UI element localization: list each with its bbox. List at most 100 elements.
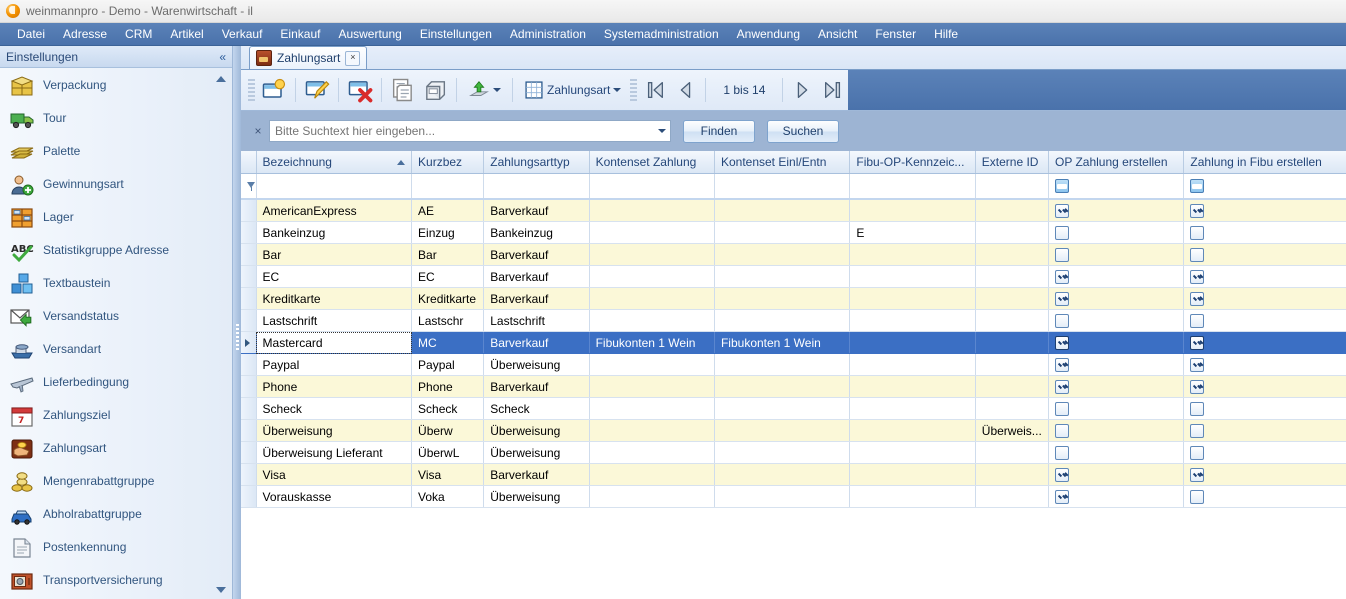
checkbox-unchecked-icon[interactable] <box>1190 313 1205 328</box>
column-header-zahlung-in-fibu-erstellen[interactable]: Zahlung in Fibu erstellen <box>1183 151 1346 174</box>
view-dropdown[interactable]: Zahlungsart <box>518 75 627 105</box>
checkbox-unchecked-icon[interactable] <box>1190 247 1205 262</box>
row-indicator[interactable] <box>241 463 257 486</box>
row-indicator[interactable] <box>241 287 257 310</box>
checkbox-unchecked-icon[interactable] <box>1190 225 1205 240</box>
cell-op-zahlung-erstellen[interactable] <box>1048 199 1185 222</box>
cell-bezeichnung[interactable]: Bar <box>256 243 413 266</box>
cell-fibu-op-kennzeichen[interactable] <box>849 485 976 508</box>
cell-kontenset-einl-entn[interactable] <box>714 397 851 420</box>
sidebar-item-verpackung[interactable]: Verpackung <box>0 68 232 101</box>
filter-cell-fibu-op-kennzeichen[interactable] <box>849 173 976 200</box>
cell-zahlungsarttyp[interactable]: Barverkauf <box>483 199 590 222</box>
cell-zahlungsarttyp[interactable]: Bankeinzug <box>483 221 590 244</box>
cell-fibu-op-kennzeichen[interactable] <box>849 287 976 310</box>
sidebar-item-abholrabattgruppe[interactable]: Abholrabattgruppe <box>0 497 232 530</box>
checkbox-checked-icon[interactable] <box>1190 269 1205 284</box>
checkbox-checked-icon[interactable] <box>1190 335 1205 350</box>
cell-op-zahlung-erstellen[interactable] <box>1048 485 1185 508</box>
cell-zahlung-in-fibu-erstellen[interactable] <box>1183 287 1346 310</box>
cell-op-zahlung-erstellen[interactable] <box>1048 265 1185 288</box>
cell-zahlung-in-fibu-erstellen[interactable] <box>1183 243 1346 266</box>
cell-fibu-op-kennzeichen[interactable] <box>849 199 976 222</box>
checkbox-unchecked-icon[interactable] <box>1055 313 1069 328</box>
cell-kurzbez[interactable]: Voka <box>411 485 485 508</box>
filter-cell-kurzbez[interactable] <box>411 173 485 200</box>
search-combobox[interactable] <box>269 120 671 142</box>
cell-kurzbez[interactable]: Paypal <box>411 353 485 376</box>
cell-zahlung-in-fibu-erstellen[interactable] <box>1183 419 1346 442</box>
cell-bezeichnung[interactable]: Visa <box>256 463 413 486</box>
cell-kurzbez[interactable]: Visa <box>411 463 485 486</box>
filter-cell-zahlungsarttyp[interactable] <box>483 173 590 200</box>
cell-kontenset-zahlung[interactable] <box>589 309 715 332</box>
cell-op-zahlung-erstellen[interactable] <box>1048 441 1185 464</box>
clear-search-icon[interactable]: × <box>251 124 265 138</box>
sidebar-splitter[interactable] <box>233 46 241 599</box>
checkbox-indeterminate-icon[interactable] <box>1055 179 1069 194</box>
cell-op-zahlung-erstellen[interactable] <box>1048 419 1185 442</box>
menu-item-einkauf[interactable]: Einkauf <box>271 23 329 45</box>
column-header-kontenset-einl-entn[interactable]: Kontenset Einl/Entn <box>714 151 851 174</box>
sidebar-item-tour[interactable]: Tour <box>0 101 232 134</box>
edit-record-button[interactable] <box>301 75 333 105</box>
sidebar-collapse-icon[interactable]: « <box>219 50 226 64</box>
cell-kontenset-einl-entn[interactable] <box>714 199 851 222</box>
cell-kontenset-zahlung[interactable] <box>589 353 715 376</box>
cell-fibu-op-kennzeichen[interactable] <box>849 243 976 266</box>
table-row[interactable]: Vorauskasse Voka Überweisung <box>241 485 1346 508</box>
checkbox-unchecked-icon[interactable] <box>1055 423 1069 438</box>
search-button[interactable]: Suchen <box>767 119 839 143</box>
filter-cell-externe-id[interactable] <box>975 173 1050 200</box>
sidebar-item-textbaustein[interactable]: Textbaustein <box>0 266 232 299</box>
menu-item-datei[interactable]: Datei <box>8 23 54 45</box>
cell-op-zahlung-erstellen[interactable] <box>1048 309 1185 332</box>
toolbar-grip[interactable] <box>248 79 255 101</box>
sidebar-item-gewinnungsart[interactable]: Gewinnungsart <box>0 167 232 200</box>
cell-externe-id[interactable] <box>975 441 1050 464</box>
cell-kurzbez[interactable]: AE <box>411 199 485 222</box>
cell-zahlungsarttyp[interactable]: Überweisung <box>483 353 590 376</box>
row-indicator[interactable] <box>241 265 257 288</box>
cell-externe-id[interactable] <box>975 463 1050 486</box>
cell-kurzbez[interactable]: MC <box>411 331 485 354</box>
table-row[interactable]: Phone Phone Barverkauf <box>241 375 1346 398</box>
cell-kontenset-einl-entn[interactable] <box>714 309 851 332</box>
row-indicator[interactable] <box>241 221 257 244</box>
row-indicator[interactable] <box>241 353 257 376</box>
cell-zahlung-in-fibu-erstellen[interactable] <box>1183 199 1346 222</box>
checkbox-unchecked-icon[interactable] <box>1055 225 1069 240</box>
row-indicator[interactable] <box>241 485 257 508</box>
cell-zahlungsarttyp[interactable]: Barverkauf <box>483 463 590 486</box>
cell-kurzbez[interactable]: Überw <box>411 419 485 442</box>
checkbox-unchecked-icon[interactable] <box>1055 401 1069 416</box>
filter-checkbox-op-zahlung-erstellen[interactable] <box>1048 173 1185 200</box>
cell-zahlung-in-fibu-erstellen[interactable] <box>1183 309 1346 332</box>
cell-kurzbez[interactable]: Bar <box>411 243 485 266</box>
checkbox-checked-icon[interactable] <box>1055 467 1069 482</box>
scroll-up-arrow-icon[interactable] <box>216 76 226 82</box>
cell-kontenset-einl-entn[interactable] <box>714 419 851 442</box>
cell-fibu-op-kennzeichen[interactable]: E <box>849 221 976 244</box>
sidebar-item-transportversicherung[interactable]: Transportversicherung <box>0 563 232 596</box>
checkbox-unchecked-icon[interactable] <box>1190 423 1205 438</box>
close-icon[interactable]: × <box>345 50 361 66</box>
grid-filter-row[interactable] <box>241 173 1346 200</box>
checkbox-checked-icon[interactable] <box>1190 379 1205 394</box>
cell-kurzbez[interactable]: ÜberwL <box>411 441 485 464</box>
cell-kontenset-einl-entn[interactable] <box>714 243 851 266</box>
cell-kontenset-einl-entn[interactable] <box>714 353 851 376</box>
cell-kontenset-zahlung[interactable] <box>589 441 715 464</box>
cell-fibu-op-kennzeichen[interactable] <box>849 265 976 288</box>
checkbox-unchecked-icon[interactable] <box>1055 247 1069 262</box>
cell-externe-id[interactable] <box>975 397 1050 420</box>
cell-kontenset-einl-entn[interactable]: Fibukonten 1 Wein <box>714 331 851 354</box>
cell-kontenset-einl-entn[interactable] <box>714 287 851 310</box>
table-row[interactable]: Lastschrift Lastschr Lastschrift <box>241 309 1346 332</box>
sidebar-scrollbar[interactable] <box>214 68 228 599</box>
sidebar-item-versandart[interactable]: Versandart <box>0 332 232 365</box>
cell-fibu-op-kennzeichen[interactable] <box>849 375 976 398</box>
table-row[interactable]: Scheck Scheck Scheck <box>241 397 1346 420</box>
menu-item-anwendung[interactable]: Anwendung <box>728 23 809 45</box>
cell-kontenset-zahlung[interactable] <box>589 397 715 420</box>
